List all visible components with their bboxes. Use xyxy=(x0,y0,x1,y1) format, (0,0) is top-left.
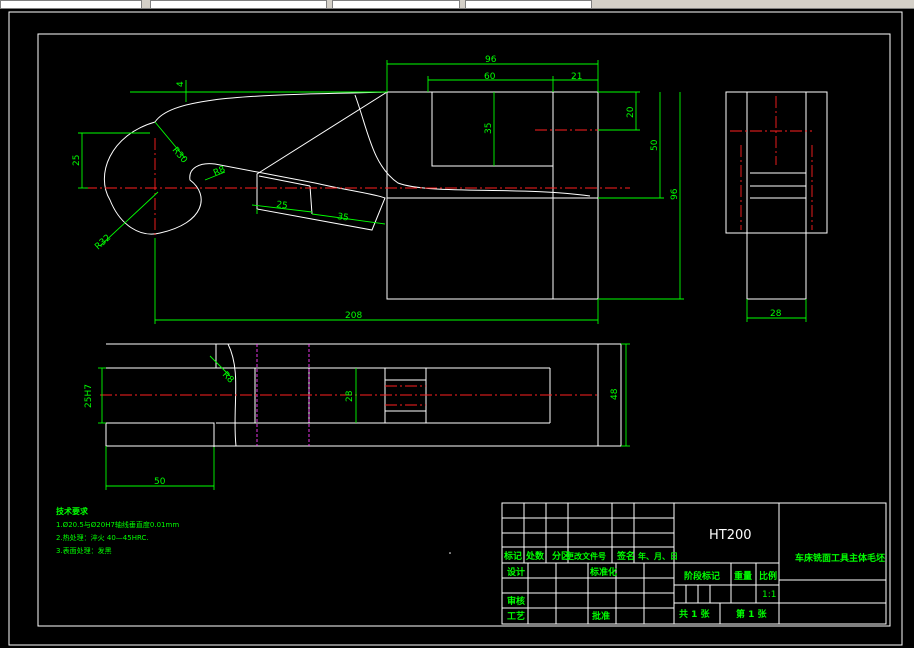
header-date: 年、月、日 xyxy=(638,551,678,561)
dim-25h7: 25H7 xyxy=(84,384,94,408)
technical-notes: 技术要求 1.Ø20.5与Ø20H7轴线垂直度0.01mm 2.热处理：淬火 4… xyxy=(56,506,179,555)
dim-25: 25 xyxy=(72,155,82,166)
header-mark: 标记 xyxy=(503,550,522,562)
header-count: 处数 xyxy=(525,550,545,562)
notes-line-1: 1.Ø20.5与Ø20H7轴线垂直度0.01mm xyxy=(56,520,179,529)
cad-toolbar xyxy=(0,0,914,9)
dim-60: 60 xyxy=(484,72,496,82)
stage-mark-label: 阶段标记 xyxy=(684,570,720,582)
inner-frame xyxy=(37,33,891,627)
sheet-number: 第 1 张 xyxy=(736,608,768,620)
notes-line-3: 3.表面处理：发黑 xyxy=(56,546,112,555)
toolbar-field-lineweight[interactable] xyxy=(332,0,460,9)
dim-21: 21 xyxy=(571,72,582,82)
dim-r32: R32 xyxy=(93,233,113,252)
dim-96-top: 96 xyxy=(485,55,497,65)
dim-4: 4 xyxy=(176,81,186,87)
dim-48: 48 xyxy=(610,388,620,400)
dim-r30: R30 xyxy=(170,146,189,166)
total-sheets: 共 1 张 xyxy=(679,608,711,620)
row-review: 审核 xyxy=(507,595,525,607)
toolbar-field-plotstyle[interactable] xyxy=(465,0,592,9)
dim-r8-bottom: R8 xyxy=(220,370,236,386)
title-block: HT200 车床铣面工具主体毛坯 标记 处数 分区 更改文件号 签名 年、月、日… xyxy=(501,502,887,625)
dim-50-right: 50 xyxy=(650,139,660,151)
notes-title: 技术要求 xyxy=(56,506,89,516)
row-approve: 批准 xyxy=(592,610,610,622)
dim-25-slot: 25 xyxy=(276,200,289,211)
stray-point xyxy=(449,552,451,554)
toolbar-field-linetype[interactable] xyxy=(150,0,327,9)
toolbar-field-layer[interactable] xyxy=(0,0,142,9)
header-sign: 签名 xyxy=(616,550,635,562)
notes-line-2: 2.热处理：淬火 40—45HRC. xyxy=(56,533,149,542)
front-view: 96 60 21 20 35 50 96 25 4 R30 R8 R32 25 … xyxy=(72,55,684,324)
scale-value: 1:1 xyxy=(762,590,776,600)
dim-96-right: 96 xyxy=(670,188,680,200)
dim-r8: R8 xyxy=(212,164,227,178)
dim-35-inner: 35 xyxy=(484,123,494,134)
scale-label: 比例 xyxy=(759,570,777,582)
dim-28-side: 28 xyxy=(770,309,782,319)
weight-label: 重量 xyxy=(734,570,752,582)
dim-208: 208 xyxy=(345,311,362,321)
row-standard: 标准化 xyxy=(589,566,617,578)
dim-20: 20 xyxy=(626,106,636,118)
material-label: HT200 xyxy=(709,528,752,543)
dim-50-bottom: 50 xyxy=(154,477,166,487)
header-docno: 更改文件号 xyxy=(566,551,606,561)
cad-drawing-area[interactable]: 96 60 21 20 35 50 96 25 4 R30 R8 R32 25 … xyxy=(0,9,914,648)
dim-35-slot: 35 xyxy=(337,212,350,223)
outer-frame xyxy=(8,11,903,646)
row-process: 工艺 xyxy=(507,610,525,622)
row-design: 设计 xyxy=(507,566,525,578)
side-view: 28 xyxy=(725,91,828,322)
part-name: 车床铣面工具主体毛坯 xyxy=(795,552,885,564)
top-view: 48 25H7 28 R8 50 xyxy=(84,343,630,490)
dim-28-bottom: 28 xyxy=(345,390,355,402)
